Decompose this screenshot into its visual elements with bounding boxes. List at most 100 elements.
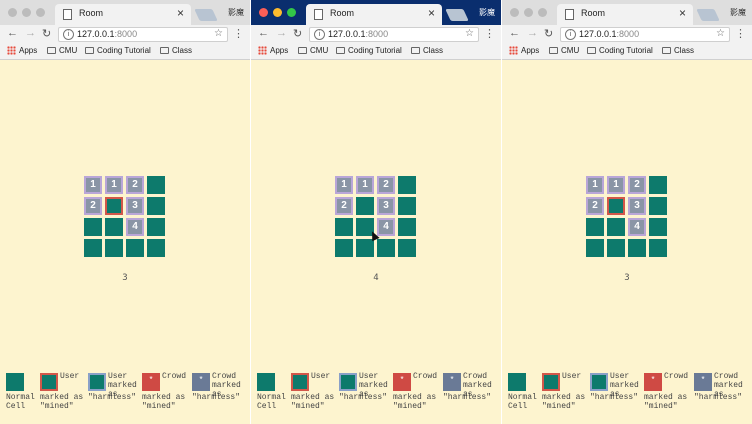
- reload-icon[interactable]: ↻: [544, 27, 553, 40]
- hidden-cell[interactable]: [649, 218, 667, 236]
- bookmark-class[interactable]: Class: [411, 46, 443, 55]
- menu-kebab-icon[interactable]: ⋮: [484, 27, 495, 40]
- hidden-cell[interactable]: [105, 218, 123, 236]
- address-bar[interactable]: i 127.0.0.1:8000 ☆: [309, 27, 479, 42]
- hidden-cell[interactable]: [84, 218, 102, 236]
- zoom-window-button[interactable]: [36, 8, 45, 17]
- user-mined-cell[interactable]: [105, 197, 123, 215]
- minimize-window-button[interactable]: [22, 8, 31, 17]
- new-tab-button[interactable]: [445, 9, 469, 21]
- info-icon[interactable]: i: [314, 29, 325, 40]
- back-arrow-icon[interactable]: ←: [258, 27, 269, 39]
- hidden-cell[interactable]: [649, 176, 667, 194]
- forward-arrow-icon[interactable]: →: [527, 27, 538, 39]
- hidden-cell[interactable]: [607, 218, 625, 236]
- revealed-cell[interactable]: 1: [586, 176, 604, 194]
- bookmark-class[interactable]: Class: [662, 46, 694, 55]
- revealed-cell[interactable]: 1: [356, 176, 374, 194]
- hidden-cell[interactable]: [147, 197, 165, 215]
- bookmark-star-icon[interactable]: ☆: [465, 28, 474, 39]
- revealed-cell[interactable]: 2: [335, 197, 353, 215]
- revealed-cell[interactable]: 4: [628, 218, 646, 236]
- close-window-button[interactable]: [510, 8, 519, 17]
- bookmark-star-icon[interactable]: ☆: [214, 28, 223, 39]
- bookmark-coding-tutorial[interactable]: Coding Tutorial: [85, 46, 151, 55]
- tab-room[interactable]: Room ×: [55, 4, 191, 25]
- profile-name[interactable]: 影魔: [228, 7, 244, 18]
- close-window-button[interactable]: [259, 8, 268, 17]
- profile-name[interactable]: 影魔: [479, 7, 495, 18]
- reload-icon[interactable]: ↻: [293, 27, 302, 40]
- bookmark-apps[interactable]: Apps: [7, 46, 37, 55]
- bookmark-apps[interactable]: Apps: [509, 46, 539, 55]
- revealed-cell[interactable]: 1: [84, 176, 102, 194]
- revealed-cell[interactable]: 3: [126, 197, 144, 215]
- bookmark-coding-tutorial[interactable]: Coding Tutorial: [336, 46, 402, 55]
- profile-name[interactable]: 影魔: [730, 7, 746, 18]
- tab-room[interactable]: Room ×: [557, 4, 693, 25]
- hidden-cell[interactable]: [84, 239, 102, 257]
- forward-arrow-icon[interactable]: →: [276, 27, 287, 39]
- revealed-cell[interactable]: 2: [84, 197, 102, 215]
- hidden-cell[interactable]: [398, 218, 416, 236]
- hidden-cell[interactable]: [335, 218, 353, 236]
- hidden-cell[interactable]: [147, 239, 165, 257]
- minimize-window-button[interactable]: [273, 8, 282, 17]
- revealed-cell[interactable]: 2: [377, 176, 395, 194]
- hidden-cell[interactable]: [147, 218, 165, 236]
- hidden-cell[interactable]: [105, 239, 123, 257]
- hidden-cell[interactable]: [377, 239, 395, 257]
- menu-kebab-icon[interactable]: ⋮: [233, 27, 244, 40]
- hidden-cell[interactable]: [586, 239, 604, 257]
- bookmark-apps[interactable]: Apps: [258, 46, 288, 55]
- address-bar[interactable]: i 127.0.0.1:8000 ☆: [560, 27, 730, 42]
- bookmark-cmu[interactable]: CMU: [298, 46, 328, 55]
- close-window-button[interactable]: [8, 8, 17, 17]
- zoom-window-button[interactable]: [538, 8, 547, 17]
- revealed-cell[interactable]: 2: [628, 176, 646, 194]
- revealed-cell[interactable]: 3: [377, 197, 395, 215]
- hidden-cell[interactable]: [126, 239, 144, 257]
- bookmark-star-icon[interactable]: ☆: [716, 28, 725, 39]
- forward-arrow-icon[interactable]: →: [25, 27, 36, 39]
- hidden-cell[interactable]: [607, 239, 625, 257]
- close-tab-icon[interactable]: ×: [428, 6, 435, 20]
- close-tab-icon[interactable]: ×: [679, 6, 686, 20]
- tab-room[interactable]: Room ×: [306, 4, 442, 25]
- address-bar[interactable]: i 127.0.0.1:8000 ☆: [58, 27, 228, 42]
- bookmark-coding-tutorial[interactable]: Coding Tutorial: [587, 46, 653, 55]
- hidden-cell[interactable]: [356, 197, 374, 215]
- info-icon[interactable]: i: [565, 29, 576, 40]
- new-tab-button[interactable]: [194, 9, 218, 21]
- hidden-cell[interactable]: [398, 197, 416, 215]
- revealed-cell[interactable]: 3: [628, 197, 646, 215]
- bookmark-cmu[interactable]: CMU: [549, 46, 579, 55]
- revealed-cell[interactable]: 4: [377, 218, 395, 236]
- close-tab-icon[interactable]: ×: [177, 6, 184, 20]
- back-arrow-icon[interactable]: ←: [509, 27, 520, 39]
- revealed-cell[interactable]: 1: [335, 176, 353, 194]
- hidden-cell[interactable]: [398, 239, 416, 257]
- hidden-cell[interactable]: [147, 176, 165, 194]
- bookmark-cmu[interactable]: CMU: [47, 46, 77, 55]
- menu-kebab-icon[interactable]: ⋮: [735, 27, 746, 40]
- revealed-cell[interactable]: 2: [126, 176, 144, 194]
- hidden-cell[interactable]: [398, 176, 416, 194]
- hidden-cell[interactable]: [586, 218, 604, 236]
- new-tab-button[interactable]: [696, 9, 720, 21]
- user-mined-cell[interactable]: [607, 197, 625, 215]
- minimize-window-button[interactable]: [524, 8, 533, 17]
- hidden-cell[interactable]: [356, 239, 374, 257]
- revealed-cell[interactable]: 1: [105, 176, 123, 194]
- info-icon[interactable]: i: [63, 29, 74, 40]
- hidden-cell[interactable]: [649, 197, 667, 215]
- reload-icon[interactable]: ↻: [42, 27, 51, 40]
- revealed-cell[interactable]: 1: [607, 176, 625, 194]
- zoom-window-button[interactable]: [287, 8, 296, 17]
- bookmark-class[interactable]: Class: [160, 46, 192, 55]
- hidden-cell[interactable]: [649, 239, 667, 257]
- hidden-cell[interactable]: [628, 239, 646, 257]
- revealed-cell[interactable]: 4: [126, 218, 144, 236]
- hidden-cell[interactable]: [335, 239, 353, 257]
- revealed-cell[interactable]: 2: [586, 197, 604, 215]
